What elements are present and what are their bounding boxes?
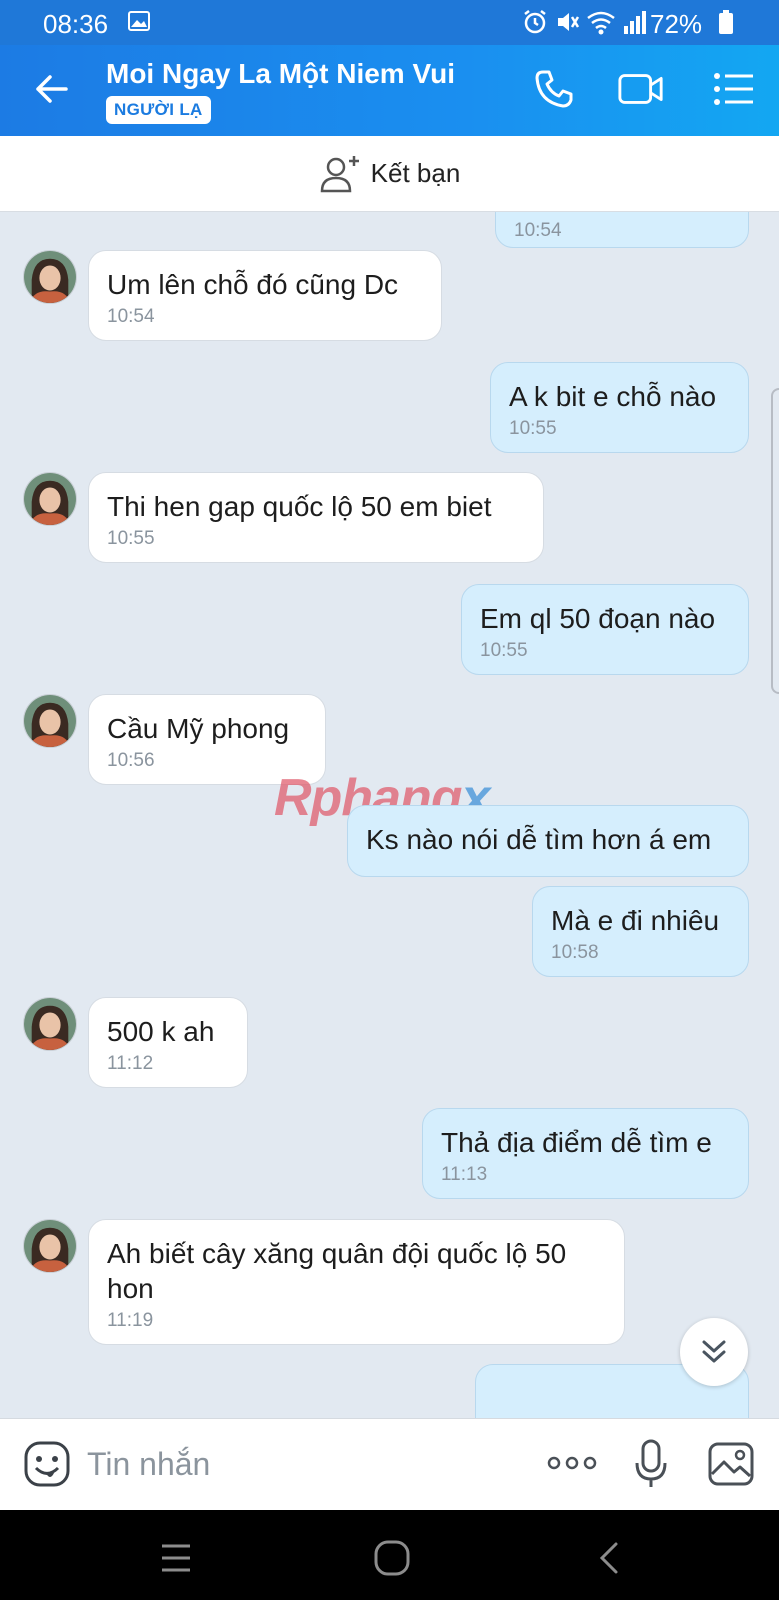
message-composer: Tin nhắn (0, 1418, 779, 1510)
message-time: 10:54 (514, 220, 562, 241)
message-time: 10:55 (480, 640, 528, 661)
home-icon[interactable] (372, 1540, 412, 1576)
image-icon[interactable] (708, 1442, 754, 1486)
avatar-photo (24, 1220, 76, 1272)
message-bubble-incoming[interactable]: Um lên chỗ đó cũng Dc 10:54 (88, 250, 442, 341)
chat-header: Moi Ngay La Một Niem Vui NGƯỜI LẠ (0, 45, 779, 136)
more-icon[interactable] (546, 1447, 598, 1479)
add-friend-bar[interactable]: Kết bạn (0, 136, 779, 212)
video-call-icon (618, 74, 663, 104)
stranger-badge: NGƯỜI LẠ (106, 96, 211, 124)
add-friend-label: Kết bạn (370, 158, 461, 188)
message-text: Ks nào nói dễ tìm hơn á em (366, 824, 712, 855)
message-list[interactable]: 10:54 Um lên chỗ đó cũng Dc 10:54 A k bi… (0, 212, 779, 1418)
menu-list-icon (714, 73, 753, 105)
double-chevron-down-icon (702, 1340, 726, 1363)
status-time: 08:36 (43, 9, 109, 39)
chat-options-button[interactable] (710, 65, 758, 113)
contact-avatar[interactable] (23, 1219, 77, 1273)
mute-icon (558, 13, 580, 31)
message-text: Ah biết cây xăng quân đội quốc lộ 50 hon (107, 1238, 567, 1304)
message-bubble-outgoing[interactable]: A k bit e chỗ nào 10:55 (490, 362, 749, 453)
call-button[interactable] (530, 65, 578, 113)
avatar-photo (24, 695, 76, 747)
message-time: 10:55 (107, 528, 155, 549)
message-text: Thả địa điểm dễ tìm e (441, 1127, 712, 1158)
message-bubble-outgoing[interactable]: Mà e đi nhiêu 10:58 (532, 886, 749, 977)
message-text: Mà e đi nhiêu (551, 905, 720, 936)
back-arrow-icon[interactable] (32, 69, 72, 109)
message-time: 10:58 (551, 942, 599, 963)
avatar-photo (24, 251, 76, 303)
scroll-to-bottom-button[interactable] (680, 1318, 748, 1386)
scrollbar-handle[interactable] (771, 388, 779, 694)
add-friend-icon (320, 155, 359, 192)
message-bubble-partial[interactable]: 10:54 (495, 212, 749, 248)
avatar-photo (24, 473, 76, 525)
gallery-notification-icon (128, 11, 150, 31)
status-icons (522, 8, 648, 36)
back-icon[interactable] (592, 1540, 632, 1576)
message-time: 10:55 (509, 418, 557, 439)
message-text: A k bit e chỗ nào (509, 381, 717, 412)
message-bubble-incoming[interactable]: 500 k ah 11:12 (88, 997, 248, 1088)
microphone-icon[interactable] (634, 1439, 668, 1489)
battery-percent: 72% (650, 9, 703, 39)
contact-avatar[interactable] (23, 250, 77, 304)
contact-avatar[interactable] (23, 997, 77, 1051)
message-bubble-incoming[interactable]: Ah biết cây xăng quân đội quốc lộ 50 hon… (88, 1219, 625, 1345)
system-nav-bar (0, 1510, 779, 1600)
avatar-photo (24, 998, 76, 1050)
message-bubble-outgoing[interactable]: Ks nào nói dễ tìm hơn á em (347, 805, 749, 877)
message-text: Em ql 50 đoạn nào (480, 603, 716, 634)
contact-avatar[interactable] (23, 472, 77, 526)
emoji-icon[interactable] (24, 1441, 70, 1487)
battery-icon (719, 10, 733, 34)
message-text: Cầu Mỹ phong (107, 713, 290, 744)
contact-name[interactable]: Moi Ngay La Một Niem Vui (106, 58, 455, 90)
message-time: 11:19 (107, 1310, 154, 1331)
signal-icon (624, 11, 646, 34)
message-bubble-incoming[interactable]: Thi hen gap quốc lộ 50 em biet 10:55 (88, 472, 544, 563)
phone-icon (535, 70, 573, 108)
message-bubble-outgoing[interactable]: Em ql 50 đoạn nào 10:55 (461, 584, 749, 675)
message-time: 10:54 (107, 306, 155, 327)
message-text: Thi hen gap quốc lộ 50 em biet (107, 491, 492, 522)
message-text: Um lên chỗ đó cũng Dc (107, 269, 399, 300)
contact-avatar[interactable] (23, 694, 77, 748)
status-bar: 08:36 72% (0, 0, 779, 45)
wifi-icon (587, 11, 615, 35)
alarm-icon (524, 10, 546, 34)
message-input[interactable]: Tin nhắn (87, 1446, 210, 1483)
recent-apps-icon[interactable] (156, 1540, 196, 1576)
video-call-button[interactable] (617, 65, 665, 113)
message-bubble-outgoing[interactable]: Thả địa điểm dễ tìm e 11:13 (422, 1108, 749, 1199)
message-text: 500 k ah (107, 1016, 215, 1047)
message-time: 11:13 (441, 1164, 488, 1185)
message-time: 11:12 (107, 1053, 154, 1074)
